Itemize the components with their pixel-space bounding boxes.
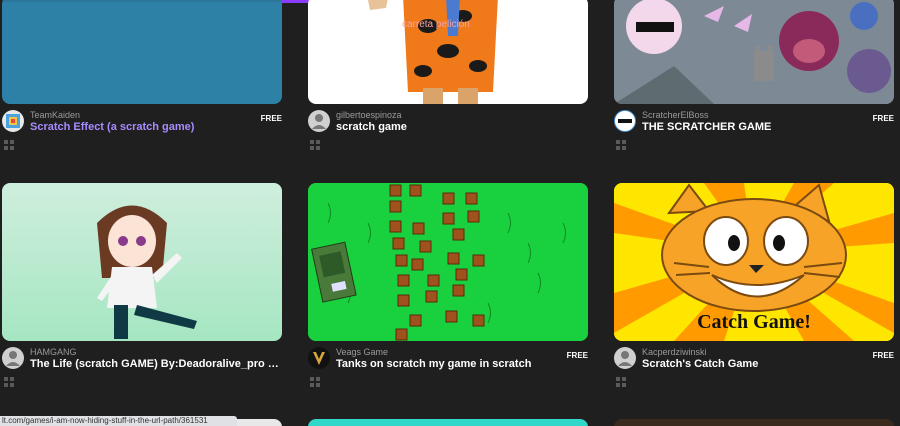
card-meta: Veags Game Tanks on scratch my game in s…: [308, 347, 588, 395]
price-badge: FREE: [872, 351, 894, 360]
card-meta: TeamKaiden Scratch Effect (a scratch gam…: [2, 110, 282, 158]
game-thumbnail-partial[interactable]: [614, 419, 894, 426]
author-name[interactable]: Veags Game: [336, 347, 388, 357]
game-title[interactable]: Scratch Effect (a scratch game): [30, 121, 282, 133]
gacha-character-image: [97, 205, 197, 339]
link-status-bar: lt.com/games/i-am-now-hiding-stuff-in-th…: [0, 416, 237, 426]
grid-icon[interactable]: [4, 140, 15, 151]
grid-icon[interactable]: [4, 377, 15, 388]
price-badge: FREE: [260, 114, 282, 123]
grid-icon[interactable]: [616, 140, 627, 151]
game-title[interactable]: THE SCRATCHER GAME: [642, 121, 894, 133]
grid-icon[interactable]: [310, 377, 321, 388]
grid-icon[interactable]: [310, 140, 321, 151]
author-name[interactable]: gilbertoespinoza: [336, 110, 402, 120]
author-name[interactable]: ScratcherElBoss: [642, 110, 709, 120]
watermark-text: carreta pelición: [402, 19, 470, 30]
card-meta: HAMGANG The Life (scratch GAME) By:Deado…: [2, 347, 282, 395]
price-badge: FREE: [872, 114, 894, 123]
team-kaiden-avatar-icon[interactable]: [2, 110, 24, 132]
default-avatar-icon[interactable]: [2, 347, 24, 369]
caveman-costume-image: [368, 0, 498, 104]
game-title[interactable]: scratch game: [336, 121, 588, 133]
game-thumbnail[interactable]: [308, 183, 588, 341]
sunglasses-avatar-icon[interactable]: [614, 110, 636, 132]
card-meta: Kacperdziwinski Scratch's Catch Game FRE…: [614, 347, 894, 395]
tank-game-image: [308, 183, 588, 341]
game-thumbnail[interactable]: [614, 0, 894, 104]
card-meta: ScratcherElBoss THE SCRATCHER GAME FREE: [614, 110, 894, 158]
v-logo-avatar-icon[interactable]: [308, 347, 330, 369]
game-thumbnail-partial[interactable]: [308, 419, 588, 426]
game-thumbnail[interactable]: [2, 183, 282, 341]
card-meta: gilbertoespinoza scratch game: [308, 110, 588, 158]
game-gallery-page: TeamKaiden Scratch Effect (a scratch gam…: [0, 0, 900, 426]
game-title[interactable]: The Life (scratch GAME) By:Deadoralive_p…: [30, 358, 282, 370]
catch-game-caption: Catch Game!: [697, 311, 811, 333]
game-title[interactable]: Scratch's Catch Game: [642, 358, 894, 370]
game-thumbnail[interactable]: carreta pelición: [308, 0, 588, 104]
author-name[interactable]: HAMGANG: [30, 347, 77, 357]
grid-icon[interactable]: [616, 377, 627, 388]
game-thumbnail[interactable]: [2, 0, 282, 104]
author-name[interactable]: Kacperdziwinski: [642, 347, 707, 357]
game-title[interactable]: Tanks on scratch my game in scratch: [336, 358, 588, 370]
thumbnail-top-strip: [2, 0, 282, 2]
game-thumbnail[interactable]: Catch Game!: [614, 183, 894, 341]
scratcher-game-art-image: [614, 0, 894, 104]
author-name[interactable]: TeamKaiden: [30, 110, 80, 120]
price-badge: FREE: [566, 351, 588, 360]
default-avatar-icon[interactable]: [308, 110, 330, 132]
default-avatar-icon[interactable]: [614, 347, 636, 369]
